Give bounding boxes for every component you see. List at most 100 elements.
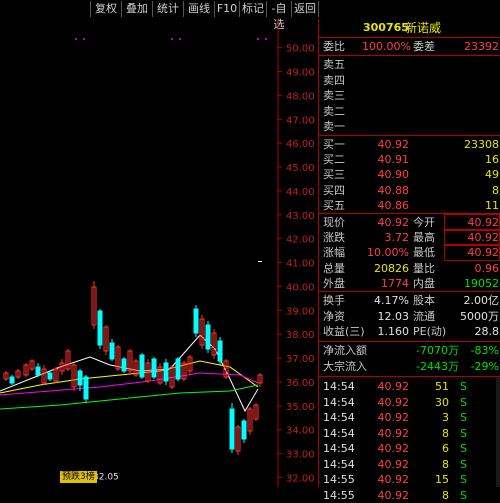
quote-value: 40.92: [444, 214, 500, 231]
candle-body: [205, 324, 211, 350]
tick-row[interactable]: 14:54 40.92 8 S: [319, 457, 500, 472]
restore-rights-button[interactable]: 复权: [90, 1, 121, 17]
axis-tick-label: 36.00: [286, 378, 315, 389]
stock-code: 300765: [363, 21, 409, 34]
tick-side: S: [460, 442, 467, 455]
axis-tick-label: 32.00: [286, 473, 315, 484]
quote-label: 内盘: [413, 276, 435, 290]
buy-row[interactable]: 买一 40.92 23308: [319, 137, 500, 152]
axis-tick-label: 33.00: [286, 450, 315, 461]
sell-row: 卖三: [319, 88, 500, 103]
alert-tag: 预跌3榜: [60, 471, 97, 483]
quote-value: 10.00%: [367, 246, 409, 260]
tick-row[interactable]: 14:54 40.92 51 S: [319, 379, 500, 394]
quote-row: 外盘 1774 内盘 19052: [319, 276, 500, 291]
fundamental-label: PE(动): [413, 325, 447, 338]
quote-label: 总量: [323, 261, 345, 275]
sell-level-label: 卖五: [323, 58, 345, 71]
quote-label: 涨幅: [323, 246, 345, 260]
flow-percent: -83%: [470, 344, 499, 357]
buy-level-label: 买四: [323, 183, 345, 197]
order-diff-label: 委差: [413, 40, 435, 53]
flow-value: -7070万: [416, 344, 459, 357]
quote-row: 涨跌 3.72 最高 40.92: [319, 229, 500, 247]
tick-time: 14:55: [323, 488, 355, 502]
axis-tick-label: 40.00: [286, 282, 315, 293]
quote-row: 涨幅 10.00% 最低 40.92: [319, 244, 500, 262]
tick-price: 40.92: [377, 442, 410, 455]
divider: [319, 37, 500, 38]
remove-watchlist-button[interactable]: -自选: [266, 1, 291, 31]
tick-price: 40.92: [377, 488, 410, 502]
fundamental-label: 换手: [323, 294, 345, 307]
axis-tick-label: 50.00: [286, 44, 315, 55]
draw-line-button[interactable]: 画线: [183, 1, 214, 17]
sell-level-label: 卖三: [323, 89, 345, 102]
candle-body: [229, 408, 235, 450]
quote-label: 外盘: [323, 276, 345, 290]
tick-row[interactable]: 14:54 40.92 8 S: [319, 426, 500, 441]
fundamental-row: 收益(三) 1.160 PE(动) 28.8: [319, 324, 500, 339]
stock-name: 新诺威: [405, 21, 442, 35]
fundamental-row: 净资 12.03 流通 5000万: [319, 309, 500, 324]
mark-button[interactable]: 标记: [239, 1, 266, 17]
buy-level-label: 买一: [323, 138, 345, 151]
buy-row[interactable]: 买二 40.91 16: [319, 152, 500, 167]
sell-row: 卖四: [319, 73, 500, 88]
quote-label: 量比: [413, 261, 435, 275]
tick-time: 14:54: [323, 380, 355, 393]
buy-price: 40.86: [377, 198, 410, 212]
tick-volume: 30: [435, 395, 449, 409]
tick-volume: 51: [435, 380, 449, 393]
buy-row[interactable]: 买五 40.86 11: [319, 198, 500, 213]
fundamental-value: 12.03: [377, 309, 410, 323]
f10-button[interactable]: F10: [214, 1, 239, 17]
kline-chart[interactable]: 50.00 49.00 48.00 47.00 46.00 45.00 44.00 43.00…: [0, 19, 318, 487]
tick-volume: 6: [442, 442, 449, 455]
fundamental-value: 5000万: [460, 309, 499, 323]
tick-row[interactable]: 14:54 40.92 30 S: [319, 395, 500, 410]
buy-row[interactable]: 买四 40.88 8: [319, 183, 500, 198]
candle-body: [175, 358, 181, 380]
tick-row[interactable]: 14:55 40.92 15 S: [319, 472, 500, 487]
kline-chart-area[interactable]: 50.00 49.00 48.00 47.00 46.00 45.00 44.00 43.00…: [0, 19, 318, 487]
tick-time: 14:54: [323, 426, 355, 440]
quote-label: 最低: [413, 246, 435, 260]
quote-panel: 300765 新诺威 委比 100.00% 委差 23392 卖五 卖四 卖三 卖二卖…: [318, 19, 500, 502]
event-dot: [171, 38, 173, 40]
quote-row: 总量 20826 量比 0.96: [319, 261, 500, 276]
candle-body: [121, 358, 127, 372]
tick-row[interactable]: 14:54 40.92 3 S: [319, 410, 500, 425]
tick-side: S: [460, 457, 467, 471]
candle-body: [193, 308, 199, 334]
back-button[interactable]: 返回: [291, 1, 319, 17]
quote-value: 19052: [464, 276, 499, 290]
tick-volume: 8: [442, 426, 449, 440]
candle-body: [109, 342, 115, 360]
toolbar: 复权 叠加 统计 画线 F10 标记 -自选 返回: [0, 0, 500, 31]
statistics-button[interactable]: 统计: [152, 1, 183, 17]
candle-body: [241, 420, 247, 440]
buy-volume: 49: [485, 168, 499, 182]
tick-time: 14:54: [323, 411, 355, 424]
candle-body: [83, 376, 89, 400]
fundamental-label: 流通: [413, 309, 435, 323]
divider: [319, 376, 500, 377]
axis-tick-label: 42.00: [286, 235, 315, 246]
quote-value: 40.92: [444, 244, 500, 262]
quote-value: 20826: [374, 261, 409, 275]
tick-scrollbar[interactable]: [496, 377, 500, 487]
sell-level-label: 卖一: [323, 120, 345, 133]
candle-body: [77, 370, 83, 386]
moving-average-line: [0, 360, 259, 394]
tick-row[interactable]: 14:54 40.92 6 S: [319, 441, 500, 456]
overlay-button[interactable]: 叠加: [121, 1, 152, 17]
flow-label: 净流入额: [323, 344, 367, 357]
fundamental-value: 28.8: [474, 325, 500, 338]
quote-label: 现价: [323, 216, 345, 229]
flow-row: 大宗流入 -2443万 -29%: [319, 359, 500, 374]
tick-row[interactable]: 14:55 40.92 8 S: [319, 488, 500, 503]
buy-row[interactable]: 买三 40.90 49: [319, 167, 500, 182]
tick-side: S: [460, 395, 467, 409]
divider: [319, 291, 500, 292]
